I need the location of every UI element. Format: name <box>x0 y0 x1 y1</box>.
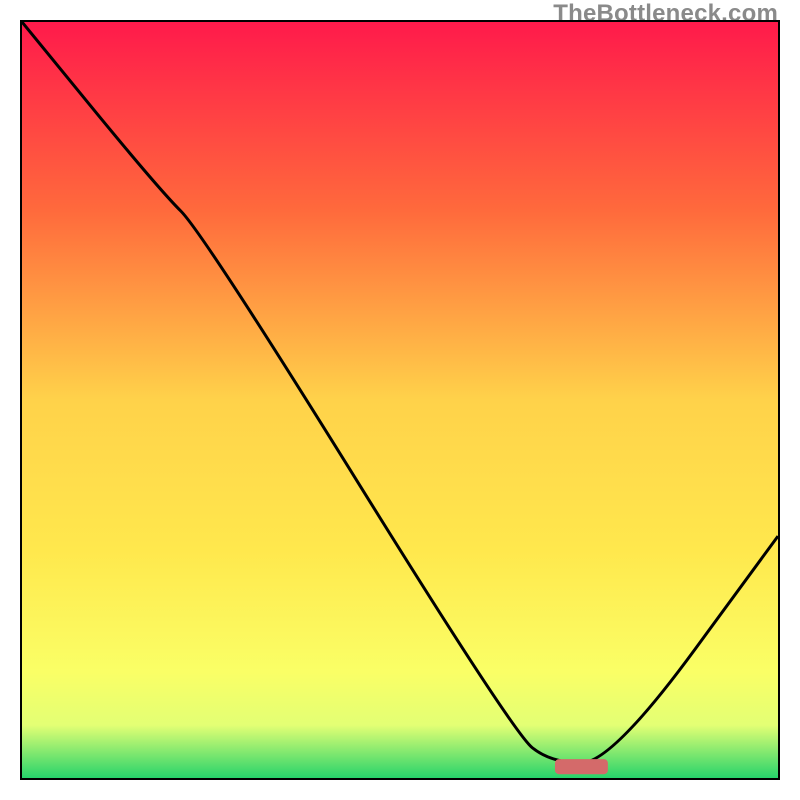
optimal-marker <box>555 759 608 774</box>
bottleneck-chart <box>22 22 778 778</box>
gradient-background <box>22 22 778 778</box>
